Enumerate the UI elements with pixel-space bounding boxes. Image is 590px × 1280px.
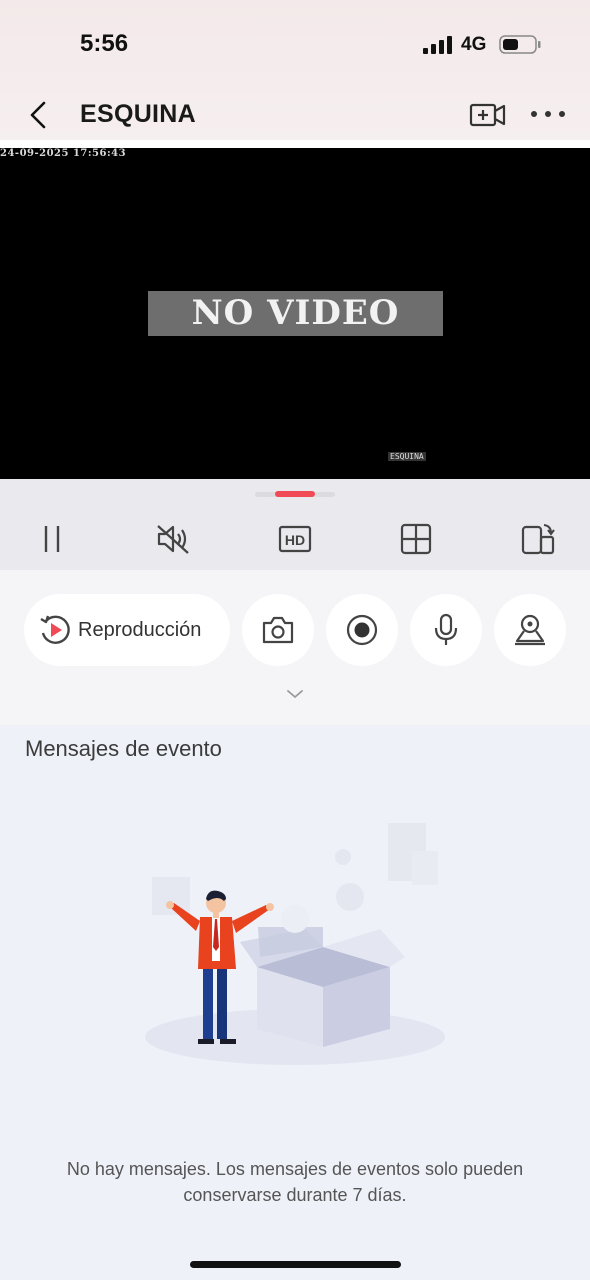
record-icon [346,614,378,646]
snapshot-button[interactable] [242,594,314,666]
page-title: ESQUINA [80,100,197,128]
home-indicator [190,1261,401,1268]
events-title: Mensajes de evento [25,736,222,761]
mute-button[interactable] [153,519,193,559]
no-video-overlay: NO VIDEO [148,291,443,336]
microphone-icon [434,613,458,645]
osd-camera-name: ESQUINA [388,452,426,461]
empty-state-illustration [145,823,445,1065]
pause-icon [44,526,60,552]
pause-button[interactable] [32,519,72,559]
snapshot-icon [262,616,294,644]
action-row: Reproducción [0,570,590,725]
more-icon[interactable] [530,109,566,119]
microphone-button[interactable] [410,594,482,666]
rotate-screen-icon [521,524,555,555]
hd-icon: HD [278,525,312,553]
status-bar: 5:56 4G [0,0,590,90]
chevron-down-icon[interactable] [286,688,304,700]
grid-button[interactable] [396,519,436,559]
nav-bar: ESQUINA [0,90,590,148]
mute-icon [157,525,189,554]
empty-message: No hay mensajes. Los mensajes de eventos… [66,1159,524,1205]
playback-icon [40,615,70,644]
signal-icon [423,36,452,54]
status-time: 5:56 [80,30,129,57]
network-type: 4G [461,34,487,55]
drag-handle[interactable] [275,491,315,497]
hd-button[interactable]: HD [275,519,315,559]
record-button[interactable] [326,594,398,666]
player-controls: HD [0,479,590,570]
grid-icon [400,523,432,555]
live-view-screen: 5:56 4G ESQUINA 24-09-2025 17:56:43 NO V… [0,0,590,1280]
osd-timestamp: 24-09-2025 17:56:43 [0,148,127,159]
playback-button[interactable]: Reproducción [24,594,230,666]
add-camera-icon[interactable] [469,100,507,130]
hd-label: HD [285,532,305,548]
back-icon[interactable] [26,100,52,130]
playback-label: Reproducción [78,618,202,641]
rotate-screen-button[interactable] [518,519,558,559]
ptz-icon [515,614,545,646]
event-messages-panel: Mensajes de evento No hay mensajes. Los … [0,725,590,1280]
ptz-button[interactable] [494,594,566,666]
battery-icon [499,35,541,54]
video-player[interactable]: 24-09-2025 17:56:43 NO VIDEO ESQUINA [0,148,590,479]
